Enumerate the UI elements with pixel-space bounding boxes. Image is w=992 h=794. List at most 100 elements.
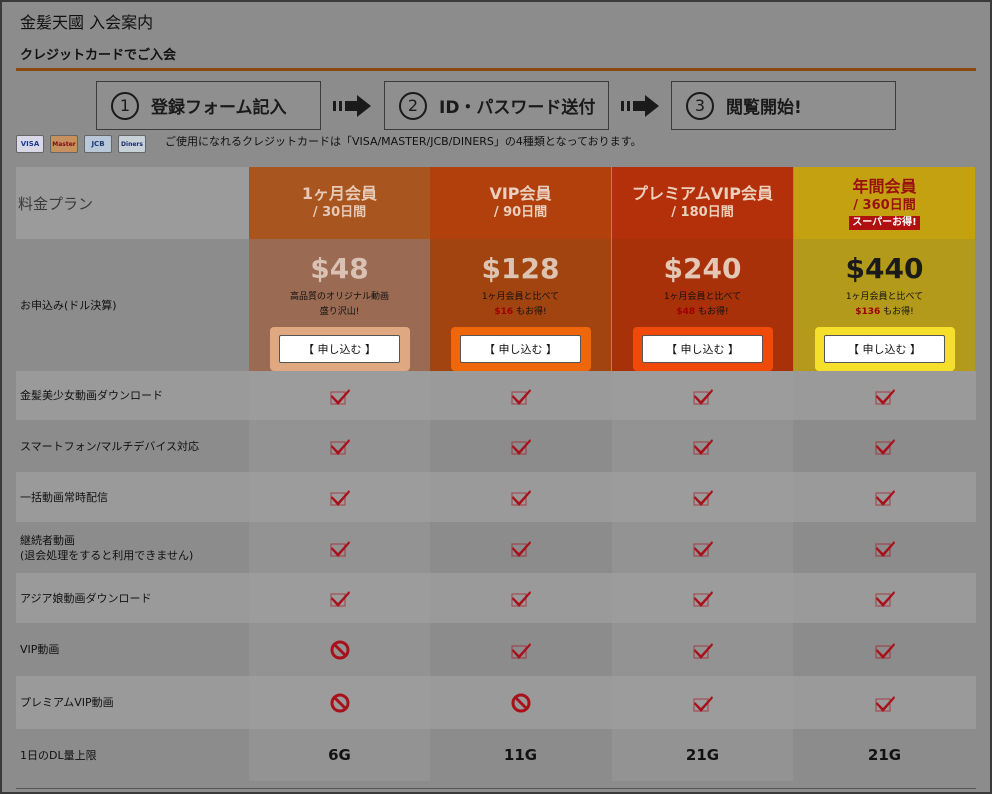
dl-limit-value: 21G [794, 729, 975, 781]
feature-cell [612, 573, 793, 623]
plan-price: $440 [845, 252, 924, 285]
plan-column: プレミアムVIP会員 / 180日間 $240 1ヶ月会員と比べて $48 もお得! 【 … [612, 167, 793, 371]
plan-name: 年間会員 [852, 176, 917, 196]
check-icon [874, 695, 895, 712]
plan-header: 年間会員/ 360日間 スーパーお得! [794, 167, 975, 239]
check-icon [692, 540, 713, 557]
check-icon [510, 490, 531, 506]
apply-button[interactable]: 【 申し込む 】 [642, 335, 763, 363]
price-row-label: お申込み(ドル決算) [16, 239, 249, 371]
feature-cell [249, 522, 430, 573]
apply-button[interactable]: 【 申し込む 】 [824, 335, 945, 363]
check-icon [692, 439, 713, 455]
feature-label-note: (退会処理をすると利用できません) [20, 548, 194, 562]
plan-name: プレミアムVIP会員 [632, 184, 773, 203]
visa-logo: VISA [16, 135, 44, 153]
check-icon [692, 695, 713, 712]
check-icon [874, 642, 895, 659]
dl-limit-text: 11G [503, 746, 538, 764]
check-icon [510, 540, 531, 557]
feature-cell [249, 676, 430, 729]
dl-limit-value: 11G [430, 729, 611, 781]
plan-duration: / 90日間 [493, 205, 548, 220]
plan-desc-line: 1ヶ月会員と比べて [663, 292, 742, 302]
feature-row: 一括動画常時配信 [16, 472, 976, 522]
plan-savings: $136 もお得! [846, 305, 923, 320]
plan-header: プレミアムVIP会員 / 180日間 [612, 167, 793, 239]
feature-cell [612, 420, 793, 472]
feature-cell [612, 522, 793, 573]
feature-row: プレミアムVIP動画 [16, 676, 976, 729]
feature-cell [794, 522, 975, 573]
feature-cell [430, 522, 611, 573]
check-icon [874, 591, 895, 607]
plan-column: 年間会員/ 360日間 スーパーお得! $440 1ヶ月会員と比べて $136 もお得!… [794, 167, 975, 371]
feature-cell [249, 573, 430, 623]
mastercard-logo: Master [50, 135, 78, 153]
page-subtitle: クレジットカードでご入会 [20, 48, 177, 63]
plan-price: $240 [663, 252, 742, 285]
diners-logo: Diners [118, 135, 146, 153]
apply-button[interactable]: 【 申し込む 】 [279, 335, 400, 363]
check-icon [510, 591, 531, 607]
apply-button-highlight: 【 申し込む 】 [450, 327, 591, 371]
check-icon [329, 540, 350, 557]
feature-cell [612, 371, 793, 420]
plan-price-cell: $440 1ヶ月会員と比べて $136 もお得! 【 申し込む 】 [794, 239, 975, 371]
check-icon [874, 388, 895, 405]
savings-suffix: もお得! [883, 307, 914, 317]
feature-label: 一括動画常時配信 [20, 490, 108, 504]
check-icon [510, 439, 531, 455]
step-label: 登録フォーム記入 [151, 98, 287, 118]
savings-amount: $16 [494, 307, 514, 317]
feature-cell [249, 420, 430, 472]
feature-cell [794, 573, 975, 623]
plan-column: VIP会員 / 90日間 $128 1ヶ月会員と比べて $16 もお得! 【 申し込む 】 [430, 167, 611, 371]
plan-name: 1ヶ月会員 [301, 184, 378, 203]
apply-button-highlight: 【 申し込む 】 [814, 327, 955, 371]
plan-duration: / 180日間 [671, 205, 734, 220]
check-icon [692, 591, 713, 607]
prohibited-icon [330, 693, 349, 712]
plan-header-label: 料金プラン [16, 167, 249, 239]
feature-label: スマートフォン/マルチデバイス対応 [20, 439, 200, 453]
plan-desc-line: 1ヶ月会員と比べて [845, 292, 924, 302]
plan-desc-line: 高品質のオリジナル動画 [289, 292, 389, 302]
check-icon [329, 490, 350, 506]
plan-duration: / 30日間 [312, 205, 367, 220]
step-arrow-icon [333, 95, 371, 117]
plan-description: 1ヶ月会員と比べて $136 もお得! [846, 290, 923, 320]
feature-label-line: 継続者動画 [20, 533, 75, 547]
feature-cell [249, 472, 430, 522]
check-icon [692, 490, 713, 506]
step-label: 閲覧開始! [726, 98, 802, 118]
check-icon [874, 490, 895, 506]
card-note: ご使用になれるクレジットカードは「VISA/MASTER/JCB/DINERS」… [165, 135, 642, 148]
plan-savings: $16 もお得! [482, 305, 559, 320]
plan-price-cell: $128 1ヶ月会員と比べて $16 もお得! 【 申し込む 】 [430, 239, 611, 371]
apply-button[interactable]: 【 申し込む 】 [460, 335, 581, 363]
savings-suffix: もお得! [698, 307, 729, 317]
check-icon [329, 439, 350, 455]
prohibited-icon [511, 693, 530, 712]
savings-amount: $136 [855, 307, 881, 317]
plan-badge: スーパーお得! [849, 215, 920, 230]
feature-cell [430, 573, 611, 623]
dl-limit-value: 6G [249, 729, 430, 781]
plan-header: 1ヶ月会員 / 30日間 [249, 167, 430, 239]
plan-duration: / 360日間 [853, 197, 916, 213]
savings-amount: $48 [676, 307, 696, 317]
feature-label: 金髪美少女動画ダウンロード [20, 389, 163, 402]
card-logos: VISA Master JCB Diners [16, 135, 146, 153]
plan-price-cell: $48 高品質のオリジナル動画 盛り沢山! 【 申し込む 】 [249, 239, 430, 371]
check-icon [692, 388, 713, 405]
feature-cell [612, 472, 793, 522]
step-number: 2 [399, 91, 427, 120]
feature-cell [794, 472, 975, 522]
apply-button-highlight: 【 申し込む 】 [632, 327, 773, 371]
check-icon [874, 439, 895, 455]
feature-cell [249, 371, 430, 420]
feature-label: 1日のDL量上限 [20, 748, 97, 762]
feature-cell [430, 371, 611, 420]
step-label: ID・パスワード送付 [439, 98, 596, 118]
